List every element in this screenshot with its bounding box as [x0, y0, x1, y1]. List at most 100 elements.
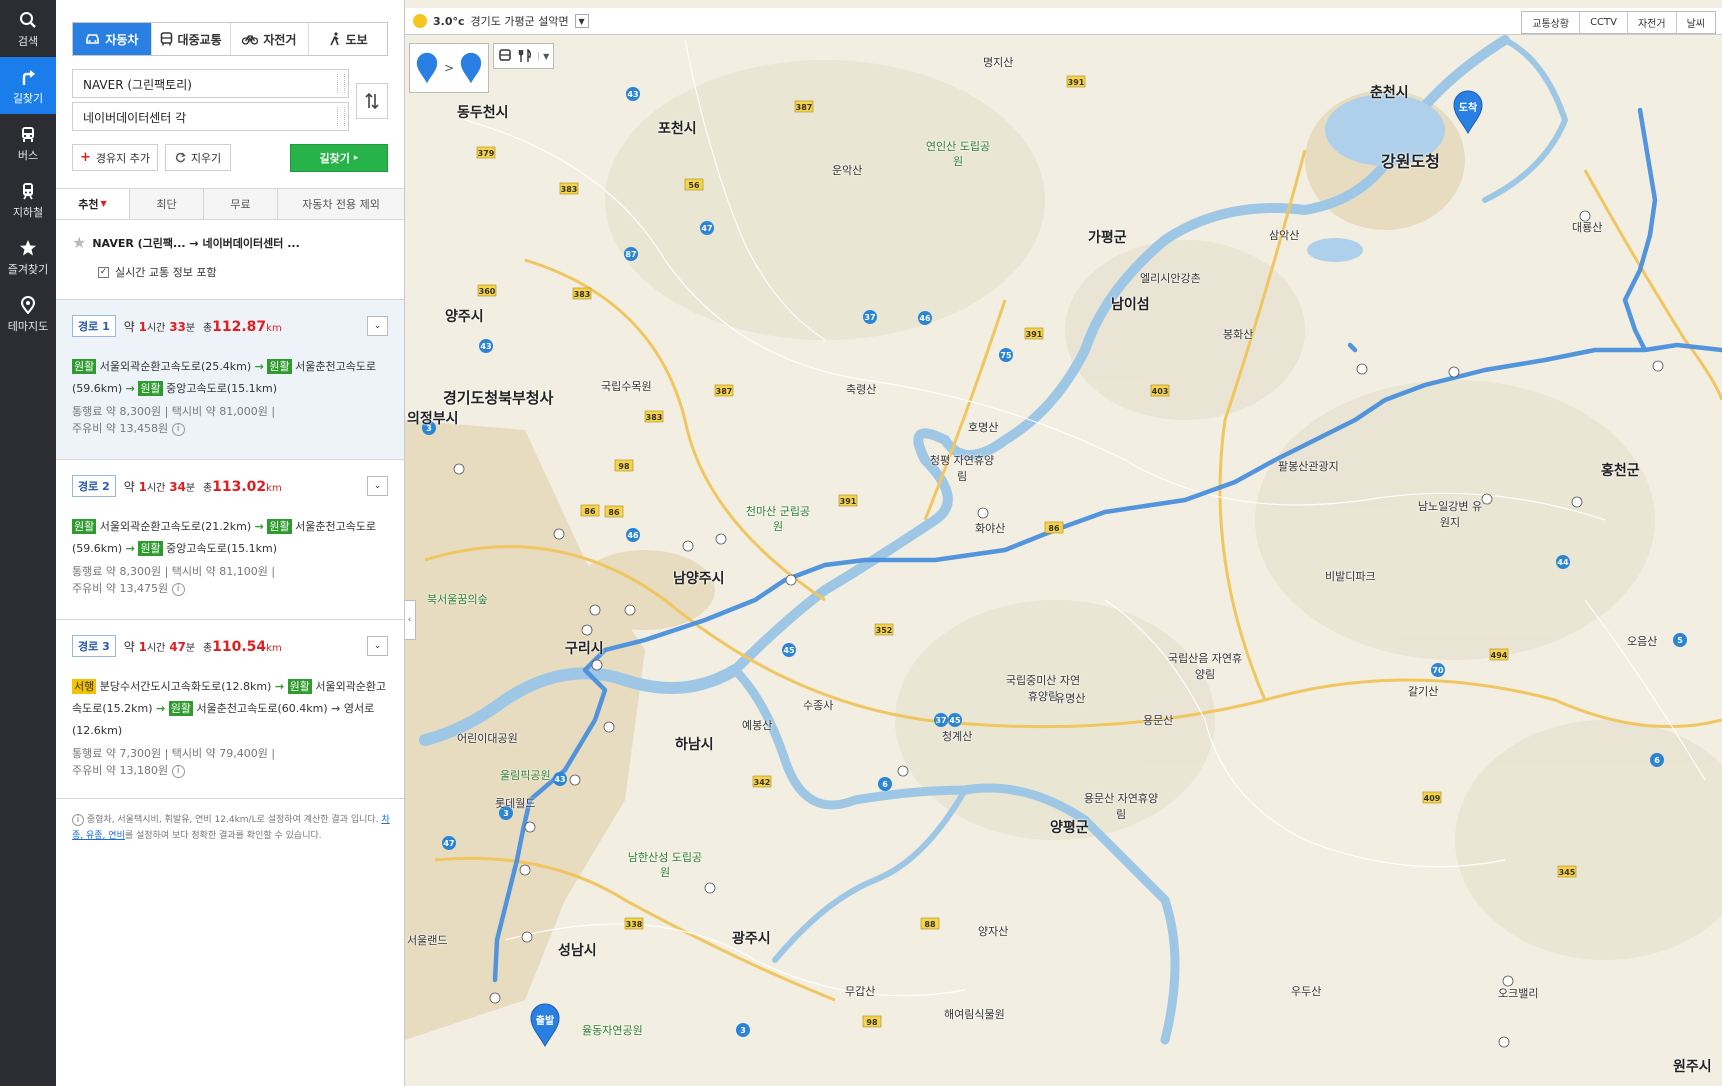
arrow-right-icon: → [156, 702, 166, 715]
tab-free[interactable]: 무료 [204, 189, 278, 219]
star-icon[interactable]: ★ [72, 233, 86, 252]
destination-input[interactable]: 네이버데이터센터 각 [72, 102, 349, 131]
drag-handle-icon[interactable] [337, 74, 345, 93]
mode-car-tab[interactable]: 자동차 [73, 23, 152, 55]
swap-button[interactable] [356, 83, 388, 119]
segment-name: 중앙고속도로(15.1km) [166, 382, 278, 395]
left-nav-rail: 검색 길찾기 버스 지하철 즐겨찾기 테마지도 [0, 0, 56, 1086]
map-label: 갈기산 [1408, 685, 1439, 698]
chevron-left-icon: ‹ [407, 615, 412, 625]
mode-bicycle-tab[interactable]: 자전거 [230, 23, 310, 55]
route-dist-prefix: 총 [202, 642, 213, 654]
nav-subway-label: 지하철 [12, 206, 44, 219]
start-marker[interactable]: 출발 [530, 1003, 560, 1048]
map-label: 엘리시안강촌 [1140, 272, 1201, 285]
map-label: 동두천시 [457, 105, 509, 121]
route-expand-button[interactable]: ⌄ [367, 316, 388, 336]
add-waypoint-button[interactable]: + 경유지 추가 [72, 144, 158, 171]
traffic-tag: 원활 [138, 541, 163, 556]
map-label: 광주시 [732, 931, 771, 947]
map-label: 의정부시 [407, 411, 459, 427]
end-marker[interactable]: 도착 [1453, 90, 1483, 135]
mode-walk-tab[interactable]: 도보 [309, 23, 387, 55]
svg-text:37: 37 [935, 716, 946, 725]
nav-search[interactable]: 검색 [0, 0, 56, 57]
mode-transit-tab[interactable]: 대중교통 [151, 23, 231, 55]
info-icon[interactable]: i [171, 422, 185, 436]
map-label: 남노일강변 유원지 [1417, 500, 1483, 529]
route-hours-unit: 시간 [146, 482, 166, 494]
segment-name: 분당수서간도시고속화도로(12.8km) [99, 680, 272, 693]
nav-bus[interactable]: 버스 [0, 114, 56, 171]
map-label: 어린이대공원 [457, 732, 518, 745]
caret-down-icon: ▼ [100, 199, 107, 208]
map-view[interactable]: 43 47 87 46 37 75 43 3 45 37 70 44 6 5 47 3 43 3 45 6 46 379… [405, 0, 1722, 1086]
route-fees: 통행료 약 8,300원 | 택시비 약 81,000원 | 주유비 약 13,… [72, 405, 276, 436]
bicycle-layer-button[interactable]: 자전거 [1627, 12, 1677, 33]
svg-text:379: 379 [478, 149, 495, 158]
fuel-cost: 주유비 약 13,180원 [72, 764, 169, 777]
svg-text:387: 387 [716, 387, 733, 396]
realtime-checkbox[interactable]: ✓ [98, 266, 109, 278]
find-route-button[interactable]: 길찾기 ▸ [290, 144, 388, 172]
panel-collapse-button[interactable]: ‹ [405, 600, 416, 640]
traffic-layer-button[interactable]: 교통상황 [1522, 12, 1581, 33]
search-icon [20, 12, 36, 28]
traffic-tag: 서행 [72, 679, 97, 694]
svg-text:494: 494 [1491, 651, 1508, 660]
map-label: 무갑산 [845, 985, 876, 998]
nav-theme-map[interactable]: 테마지도 [0, 285, 56, 342]
segment-name: 중앙고속도로(15.1km) [166, 542, 278, 555]
bicycle-icon [242, 35, 259, 45]
map-top-bar: 3.0°c 경기도 가평군 설악면 ▼ 교통상황 CCTV 자전거 날씨 [405, 8, 1722, 35]
chevron-down-icon[interactable]: ▼ [574, 14, 589, 28]
route-distance: 110.54 [212, 638, 267, 655]
taxi-fee: 택시비 약 81,100원 [171, 565, 268, 578]
arrow-right-icon: → [125, 382, 135, 395]
cost-note: i 중형차, 서울택시비, 휘발유, 연비 12.4km/L로 설정하여 계산한… [72, 812, 392, 844]
route-time-prefix: 약 [123, 319, 135, 334]
nav-directions[interactable]: 길찾기 [0, 57, 56, 114]
route-card[interactable]: 경로 2 약 1시간 34분 총113.02km ⌄ 원활 서울외곽순환고속도로… [56, 459, 404, 619]
bus-icon [499, 49, 511, 61]
tab-shortest[interactable]: 최단 [130, 189, 204, 219]
svg-text:46: 46 [919, 314, 931, 323]
drag-handle-icon[interactable] [337, 107, 345, 126]
destination-value: 네이버데이터센터 각 [83, 111, 187, 125]
map-label: 봉화산 [1223, 328, 1254, 341]
route-minutes: 34 [169, 479, 186, 494]
nav-subway[interactable]: 지하철 [0, 171, 56, 228]
tab-recommended[interactable]: 추천 ▼ [56, 189, 130, 219]
end-marker-label: 도착 [1458, 103, 1478, 114]
route-expand-button[interactable]: ⌄ [367, 636, 388, 656]
poi-toggle[interactable]: ▼ [493, 43, 555, 69]
directions-panel: 자동차 대중교통 자전거 도보 NAVER (그린팩토리) 네이버데이터센터 각… [56, 0, 405, 1086]
route-time-prefix: 약 [123, 639, 135, 654]
weather-layer-button[interactable]: 날씨 [1676, 12, 1715, 33]
nav-favorites[interactable]: 즐겨찾기 [0, 228, 56, 285]
mode-bicycle-label: 자전거 [263, 32, 297, 47]
info-icon[interactable]: i [171, 582, 185, 596]
nav-theme-map-label: 테마지도 [7, 320, 49, 333]
svg-text:86: 86 [584, 507, 596, 516]
toll-fee: 통행료 약 7,300원 [72, 747, 162, 760]
route-expand-button[interactable]: ⌄ [367, 476, 388, 496]
weather-widget[interactable]: 3.0°c 경기도 가평군 설악면 ▼ [413, 13, 589, 29]
route-dist-unit: km [266, 322, 282, 334]
map-label: 양주시 [445, 309, 484, 325]
route-dist-unit: km [266, 482, 282, 494]
route-card[interactable]: 경로 1 약 1시간 33분 총112.87km ⌄ 원활 서울외곽순환고속도로… [56, 299, 404, 459]
tab-exclude-expressway[interactable]: 자동차 전용 제외 [278, 189, 404, 219]
svg-text:86: 86 [608, 508, 620, 517]
clear-button[interactable]: 지우기 [165, 144, 231, 171]
cctv-layer-button[interactable]: CCTV [1580, 12, 1628, 33]
info-icon[interactable]: i [171, 764, 185, 778]
route-minutes-unit: 분 [185, 482, 196, 494]
origin-input[interactable]: NAVER (그린팩토리) [72, 69, 349, 98]
route-card[interactable]: 경로 3 약 1시간 47분 총110.54km ⌄ 서행 분당수서간도시고속화… [56, 619, 404, 799]
end-pin-icon [460, 52, 482, 84]
arrow-right-icon: → [254, 360, 264, 373]
fuel-cost: 주유비 약 13,458원 [72, 422, 169, 435]
map-label: 유명산 [1055, 692, 1086, 705]
origin-value: NAVER (그린팩토리) [83, 78, 192, 92]
